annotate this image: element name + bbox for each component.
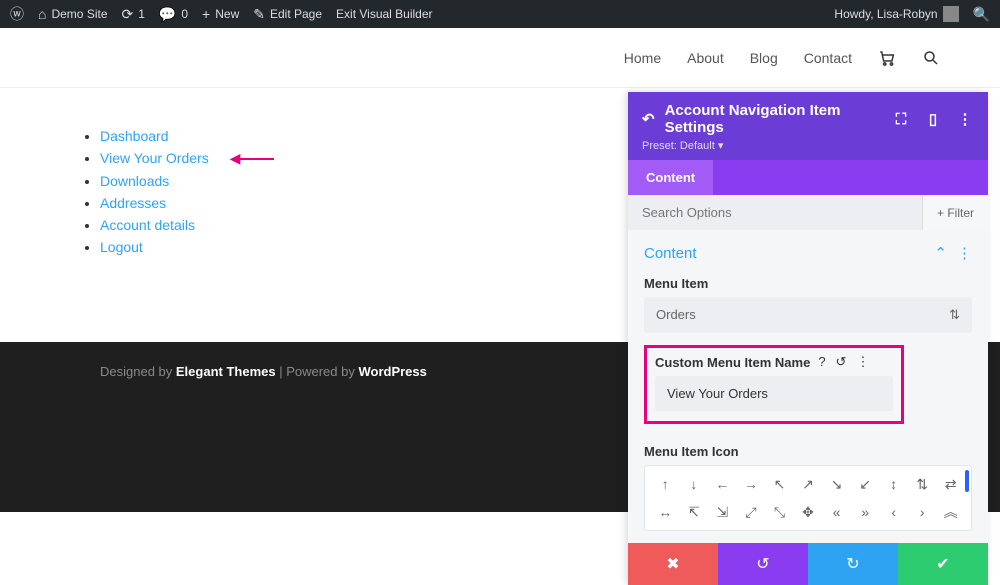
footer-sep: | Powered by [276, 364, 359, 379]
icon-arrow-up[interactable]: ↑ [651, 470, 680, 498]
acct-details[interactable]: Account details [100, 217, 195, 233]
admin-search-icon[interactable]: 🔍 [973, 6, 990, 23]
save-button[interactable]: ✔ [898, 543, 988, 585]
undo-button[interactable]: ↺ [718, 543, 808, 585]
section-more-icon[interactable]: ⋮ [957, 244, 972, 262]
icon-arrow-h[interactable]: ↔ [651, 498, 680, 526]
acct-dashboard[interactable]: Dashboard [100, 128, 169, 144]
icon-picker-label: Menu Item Icon [644, 444, 972, 459]
site-name[interactable]: ⌂Demo Site [38, 6, 108, 22]
section-title[interactable]: Content [644, 245, 697, 262]
updates-count: 1 [138, 7, 145, 21]
new-label: New [215, 7, 239, 21]
menu-item-label: Menu Item [644, 276, 972, 291]
icon-corner-se[interactable]: ⇲ [708, 498, 737, 526]
footer-wp[interactable]: WordPress [358, 364, 426, 379]
icon-move[interactable]: ✥ [794, 498, 823, 526]
icon-arrow-nw[interactable]: ↖ [765, 470, 794, 498]
wp-logo[interactable]: ⓦ [10, 4, 24, 24]
snap-icon[interactable]: ▯ [924, 110, 942, 128]
icon-dbl-right[interactable]: » [851, 498, 880, 526]
icon-arrow-left[interactable]: ← [708, 470, 737, 498]
custom-name-highlight: Custom Menu Item Name ? ↺ ⋮ [644, 345, 904, 424]
edit-label: Edit Page [270, 7, 322, 21]
reset-icon[interactable]: ↺ [836, 354, 847, 370]
panel-tabs: Content [628, 160, 988, 195]
filter-label: Filter [947, 206, 974, 220]
updates[interactable]: ⟳1 [122, 6, 145, 23]
back-icon[interactable]: ↶ [642, 110, 655, 128]
acct-downloads[interactable]: Downloads [100, 173, 169, 189]
panel-header: ↶ Account Navigation Item Settings ⛶ ▯ ⋮… [628, 92, 988, 160]
icon-dbl-left[interactable]: « [822, 498, 851, 526]
collapse-icon[interactable]: ⌃ [934, 244, 947, 262]
panel-title: Account Navigation Item Settings [665, 102, 882, 136]
settings-panel: ↶ Account Navigation Item Settings ⛶ ▯ ⋮… [628, 92, 988, 585]
site-name-label: Demo Site [51, 7, 107, 21]
exit-vb-label: Exit Visual Builder [336, 7, 433, 21]
acct-addresses[interactable]: Addresses [100, 195, 166, 211]
icon-resize-ne[interactable]: ⤢ [737, 498, 766, 526]
help-icon[interactable]: ? [818, 354, 825, 370]
preset-label: Preset: [642, 140, 677, 152]
panel-actions: ✖ ↺ ↻ ✔ [628, 543, 988, 585]
icon-corner-nw[interactable]: ↸ [680, 498, 709, 526]
icon-arrow-right[interactable]: → [737, 470, 766, 498]
preset-row[interactable]: Preset: Default ▾ [642, 139, 974, 152]
nav-about[interactable]: About [687, 50, 724, 66]
custom-name-input[interactable] [655, 376, 893, 411]
comments[interactable]: 💬0 [159, 6, 188, 23]
exit-visual-builder[interactable]: Exit Visual Builder [336, 7, 433, 21]
icon-arrow-down[interactable]: ↓ [680, 470, 709, 498]
menu-item-select[interactable]: Orders ⇅ [644, 297, 972, 333]
search-input[interactable] [628, 195, 922, 230]
acct-logout[interactable]: Logout [100, 239, 143, 255]
edit-page[interactable]: ✎Edit Page [253, 6, 322, 23]
icon-picker: ↑ ↓ ← → ↖ ↗ ↘ ↙ ↕ ⇅ ⇄ ↔ ↸ ⇲ ⤢ ⤡ ✥ « » ‹ … [644, 465, 972, 531]
callout-arrow: ◀ [233, 150, 275, 167]
site-nav: Home About Blog Contact [0, 28, 1000, 88]
search-icon[interactable] [922, 49, 940, 67]
comments-count: 0 [181, 7, 188, 21]
tab-content[interactable]: Content [628, 160, 713, 195]
nav-blog[interactable]: Blog [750, 50, 778, 66]
menu-item-value: Orders [656, 307, 696, 323]
icon-chevron-up2[interactable]: ︽ [936, 498, 965, 526]
acct-view-orders[interactable]: View Your Orders [100, 150, 209, 166]
cart-icon[interactable] [878, 49, 896, 67]
redo-button[interactable]: ↻ [808, 543, 898, 585]
nav-home[interactable]: Home [624, 50, 661, 66]
more-icon[interactable]: ⋮ [956, 110, 974, 128]
preset-value: Default [680, 140, 715, 152]
icon-arrow-se[interactable]: ↘ [822, 470, 851, 498]
custom-name-label: Custom Menu Item Name [655, 355, 810, 370]
avatar [943, 6, 959, 22]
icon-resize-nw[interactable]: ⤡ [765, 498, 794, 526]
icon-arrow-ud[interactable]: ↕ [879, 470, 908, 498]
icon-arrow-du[interactable]: ⇅ [908, 470, 937, 498]
icon-arrow-lr[interactable]: ⇄ [936, 470, 965, 498]
icon-arrow-sw[interactable]: ↙ [851, 470, 880, 498]
howdy-user[interactable]: Howdy, Lisa-Robyn [834, 6, 958, 22]
expand-icon[interactable]: ⛶ [892, 111, 910, 128]
section-content: Content ⌃ ⋮ Menu Item Orders ⇅ Custom Me… [628, 230, 988, 430]
new-content[interactable]: +New [202, 6, 239, 22]
icon-arrow-ne[interactable]: ↗ [794, 470, 823, 498]
wp-admin-bar: ⓦ ⌂Demo Site ⟳1 💬0 +New ✎Edit Page Exit … [0, 0, 1000, 28]
scrollbar[interactable] [965, 470, 969, 492]
search-row: + Filter [628, 195, 988, 230]
howdy-label: Howdy, Lisa-Robyn [834, 7, 937, 21]
footer-et[interactable]: Elegant Themes [176, 364, 276, 379]
footer-designed: Designed by [100, 364, 176, 379]
filter-button[interactable]: + Filter [922, 196, 988, 230]
icon-chevron-left[interactable]: ‹ [879, 498, 908, 526]
nav-contact[interactable]: Contact [804, 50, 852, 66]
cancel-button[interactable]: ✖ [628, 543, 718, 585]
chevron-updown-icon: ⇅ [949, 307, 960, 323]
field-more-icon[interactable]: ⋮ [856, 354, 869, 370]
icon-chevron-right[interactable]: › [908, 498, 937, 526]
